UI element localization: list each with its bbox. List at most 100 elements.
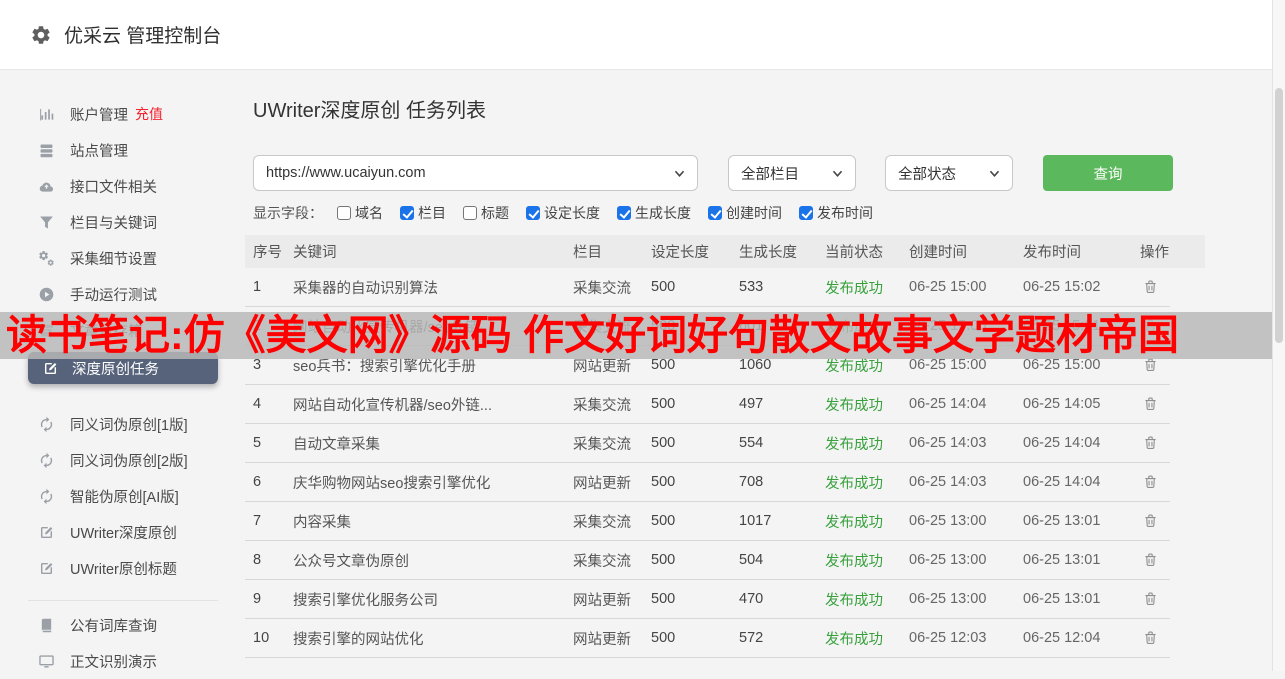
field-label: 标题	[481, 205, 509, 221]
checkbox[interactable]	[526, 206, 540, 220]
sidebar-item-uwriter-deep-original[interactable]: UWriter深度原创	[0, 514, 240, 550]
monitor-icon	[38, 653, 55, 670]
row-gen-length: 554	[739, 435, 764, 451]
row-seq: 4	[253, 396, 262, 412]
sidebar-item-public-dictionary[interactable]: 公有词库查询	[0, 607, 240, 643]
sidebar-item-label: 账户管理	[70, 107, 128, 124]
field-toggle-column[interactable]: 栏目	[400, 203, 446, 223]
cloud-upload-icon	[38, 178, 55, 195]
delete-button[interactable]	[1140, 276, 1161, 297]
header-actions: 操作	[1140, 245, 1169, 261]
header-created-time: 创建时间	[909, 245, 967, 261]
status-filter-select[interactable]: 全部状态	[885, 155, 1013, 191]
sidebar-item-manual-test[interactable]: 手动运行测试	[0, 276, 240, 312]
field-toggle-domain[interactable]: 域名	[337, 203, 383, 223]
delete-button[interactable]	[1140, 393, 1161, 414]
field-toggle-gen-length[interactable]: 生成长度	[617, 203, 691, 223]
main-content: UWriter深度原创 任务列表 https://www.ucaiyun.com…	[245, 70, 1271, 658]
row-gen-length: 572	[739, 630, 764, 646]
row-keyword: 内容采集	[293, 514, 351, 531]
sidebar-item-label: 同义词伪原创[2版]	[70, 453, 188, 470]
row-seq: 5	[253, 435, 262, 451]
sidebar-item-synonym-v2[interactable]: 同义词伪原创[2版]	[0, 442, 240, 478]
row-column: 采集交流	[573, 280, 631, 297]
task-table: 序号 关键词 栏目 设定长度 生成长度 当前状态 创建时间 发布时间 操作 1 …	[245, 235, 1205, 658]
row-created-time: 06-25 14:03	[909, 435, 987, 451]
row-keyword: 搜索引擎的网站优化	[293, 631, 424, 648]
row-publish-time: 06-25 12:04	[1023, 630, 1101, 646]
trash-icon	[1142, 395, 1159, 412]
book-icon	[38, 617, 55, 634]
sidebar-item-account[interactable]: 账户管理 充值	[0, 96, 240, 132]
table-row: 7 内容采集 采集交流 500 1017 发布成功 06-25 13:00 06…	[245, 502, 1170, 541]
display-fields-label: 显示字段：	[253, 205, 323, 221]
vertical-scrollbar[interactable]	[1272, 0, 1285, 671]
edit-icon	[38, 560, 55, 577]
scrollbar-thumb[interactable]	[1275, 88, 1283, 343]
field-toggle-created-time[interactable]: 创建时间	[708, 203, 782, 223]
trash-icon	[1142, 434, 1159, 451]
delete-button[interactable]	[1140, 510, 1161, 531]
row-created-time: 06-25 14:03	[909, 474, 987, 490]
row-seq: 3	[253, 357, 262, 373]
field-label: 设定长度	[544, 205, 600, 221]
checkbox[interactable]	[463, 206, 477, 220]
row-gen-length: 1017	[739, 513, 772, 529]
sidebar-item-label: 智能伪原创[AI版]	[70, 489, 179, 506]
checkbox[interactable]	[708, 206, 722, 220]
checkbox[interactable]	[337, 206, 351, 220]
checkbox[interactable]	[400, 206, 414, 220]
site-select[interactable]: https://www.ucaiyun.com	[253, 155, 698, 191]
field-toggle-set-length[interactable]: 设定长度	[526, 203, 600, 223]
delete-button[interactable]	[1140, 549, 1161, 570]
chevron-down-icon	[674, 169, 685, 178]
field-toggle-publish-time[interactable]: 发布时间	[799, 203, 873, 223]
table-row: 4 网站自动化宣传机器/seo外链... 采集交流 500 497 发布成功 0…	[245, 385, 1170, 424]
play-circle-icon	[38, 286, 55, 303]
sidebar-item-label: 手动运行测试	[70, 287, 157, 304]
sidebar-item-collect-settings[interactable]: 采集细节设置	[0, 240, 240, 276]
table-header-row: 序号 关键词 栏目 设定长度 生成长度 当前状态 创建时间 发布时间 操作	[245, 235, 1205, 268]
delete-button[interactable]	[1140, 627, 1161, 648]
delete-button[interactable]	[1140, 588, 1161, 609]
server-icon	[38, 142, 55, 159]
sidebar-item-interface-files[interactable]: 接口文件相关	[0, 168, 240, 204]
row-created-time: 06-25 13:00	[909, 552, 987, 568]
row-created-time: 06-25 12:03	[909, 630, 987, 646]
sidebar-item-uwriter-original-title[interactable]: UWriter原创标题	[0, 550, 240, 586]
delete-button[interactable]	[1140, 432, 1161, 453]
row-created-time: 06-25 13:00	[909, 513, 987, 529]
field-toggle-title[interactable]: 标题	[463, 203, 509, 223]
query-button[interactable]: 查询	[1043, 155, 1173, 191]
row-created-time: 06-25 15:00	[909, 279, 987, 295]
field-label: 生成长度	[635, 205, 691, 221]
checkbox[interactable]	[617, 206, 631, 220]
sidebar-divider	[28, 600, 218, 601]
row-publish-time: 06-25 13:01	[1023, 513, 1101, 529]
table-row: 1 采集器的自动识别算法 采集交流 500 533 发布成功 06-25 15:…	[245, 268, 1170, 307]
sidebar-item-synonym-v1[interactable]: 同义词伪原创[1版]	[0, 406, 240, 442]
top-header-bar: 优采云 管理控制台	[0, 0, 1285, 70]
filter-icon	[38, 214, 55, 231]
row-column: 采集交流	[573, 436, 631, 453]
sidebar-item-label: 栏目与关键词	[70, 215, 157, 232]
sidebar-item-ai-rewrite[interactable]: 智能伪原创[AI版]	[0, 478, 240, 514]
sidebar-item-columns-keywords[interactable]: 栏目与关键词	[0, 204, 240, 240]
row-publish-time: 06-25 14:05	[1023, 396, 1101, 412]
row-status: 发布成功	[825, 631, 883, 648]
table-row: 6 庆华购物网站seo搜索引擎优化 网站更新 500 708 发布成功 06-2…	[245, 463, 1170, 502]
refresh-icon	[38, 416, 55, 433]
app-title: 优采云 管理控制台	[64, 26, 222, 47]
sidebar-item-label: UWriter深度原创	[70, 525, 177, 542]
sidebar-item-content-recognition-demo[interactable]: 正文识别演示	[0, 643, 240, 679]
trash-icon	[1142, 629, 1159, 646]
header-gen-length: 生成长度	[739, 245, 797, 261]
row-gen-length: 504	[739, 552, 764, 568]
checkbox[interactable]	[799, 206, 813, 220]
row-status: 发布成功	[825, 280, 883, 297]
sidebar-item-sites[interactable]: 站点管理	[0, 132, 240, 168]
header-set-length: 设定长度	[651, 245, 709, 261]
delete-button[interactable]	[1140, 471, 1161, 492]
recharge-link[interactable]: 充值	[135, 104, 163, 124]
column-filter-select[interactable]: 全部栏目	[728, 155, 856, 191]
